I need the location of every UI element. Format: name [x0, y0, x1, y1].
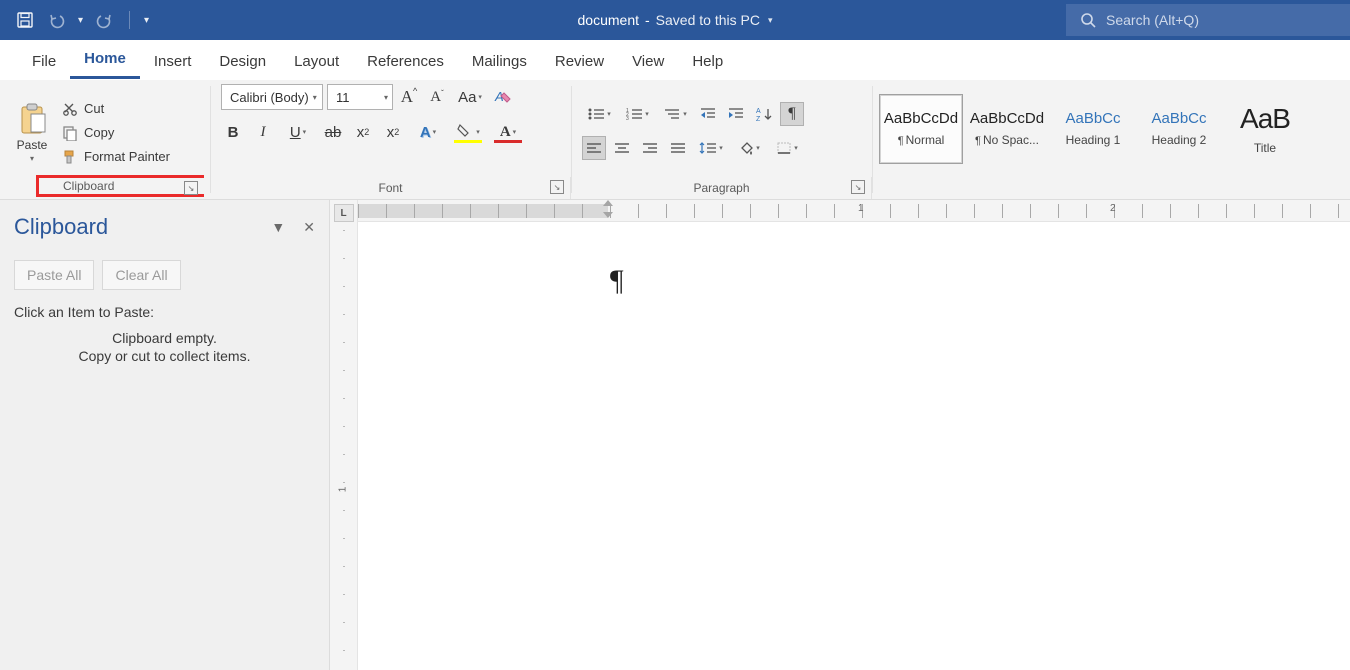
bold-button[interactable]: B: [221, 120, 245, 144]
clear-all-button[interactable]: Clear All: [102, 260, 180, 290]
svg-text:3: 3: [626, 116, 629, 121]
horizontal-ruler[interactable]: 1 2: [358, 200, 1350, 222]
decrease-indent-button[interactable]: [696, 102, 720, 126]
ribbon: Paste ▾ Cut Copy Format Painter Clipbo: [0, 80, 1350, 200]
tab-review[interactable]: Review: [541, 45, 618, 79]
clear-formatting-button[interactable]: A: [491, 85, 515, 109]
shrink-font-button[interactable]: Aˇ: [425, 85, 449, 109]
tab-view[interactable]: View: [618, 45, 678, 79]
numbering-button[interactable]: 123▾: [620, 102, 654, 126]
underline-button[interactable]: U▾: [281, 120, 315, 144]
paragraph-mark: ¶: [610, 264, 624, 298]
quick-access-toolbar: ▾ ▾: [0, 9, 149, 31]
clipboard-empty-1: Clipboard empty.: [14, 330, 315, 346]
copy-button[interactable]: Copy: [62, 125, 170, 141]
undo-icon[interactable]: [46, 9, 68, 31]
superscript-button[interactable]: x2: [381, 120, 405, 144]
clipboard-launcher-icon[interactable]: ↘: [184, 181, 198, 195]
strikethrough-button[interactable]: ab: [321, 120, 345, 144]
font-name-combo[interactable]: Calibri (Body)▾: [221, 84, 323, 110]
search-icon: [1080, 12, 1096, 28]
bullets-button[interactable]: ▾: [582, 102, 616, 126]
italic-button[interactable]: I: [251, 120, 275, 144]
clipboard-group-label[interactable]: Clipboard ↘: [36, 175, 204, 197]
tab-references[interactable]: References: [353, 45, 458, 79]
multilevel-list-button[interactable]: ▾: [658, 102, 692, 126]
paste-dropdown-icon[interactable]: ▾: [30, 154, 34, 163]
paste-button[interactable]: Paste ▾: [10, 96, 54, 163]
scissors-icon: [62, 101, 78, 117]
svg-text:Z: Z: [756, 116, 761, 122]
document-page[interactable]: ¶: [358, 222, 1350, 670]
format-painter-icon: [62, 149, 78, 165]
font-launcher-icon[interactable]: ↘: [550, 180, 564, 194]
save-icon[interactable]: [14, 9, 36, 31]
workspace: Clipboard ▼ ✕ Paste All Clear All Click …: [0, 200, 1350, 670]
shading-button[interactable]: ▾: [732, 136, 766, 160]
align-right-button[interactable]: [638, 136, 662, 160]
clipboard-prompt: Click an Item to Paste:: [14, 304, 315, 320]
tab-mailings[interactable]: Mailings: [458, 45, 541, 79]
style-title[interactable]: AaB Title: [1223, 94, 1307, 164]
paste-label: Paste: [17, 138, 48, 152]
style-heading2[interactable]: AaBbCc Heading 2: [1137, 94, 1221, 164]
style-heading1[interactable]: AaBbCc Heading 1: [1051, 94, 1135, 164]
format-painter-button[interactable]: Format Painter: [62, 149, 170, 165]
font-group-label: Font ↘: [211, 177, 571, 199]
title-dropdown-icon[interactable]: ▾: [768, 15, 773, 26]
tab-design[interactable]: Design: [205, 45, 280, 79]
paste-all-button[interactable]: Paste All: [14, 260, 94, 290]
tab-help[interactable]: Help: [678, 45, 737, 79]
ribbon-tabs: File Home Insert Design Layout Reference…: [0, 40, 1350, 80]
undo-dropdown-icon[interactable]: ▾: [78, 15, 83, 26]
subscript-button[interactable]: x2: [351, 120, 375, 144]
tab-file[interactable]: File: [18, 45, 70, 79]
title-bar: ▾ ▾ document - Saved to this PC ▾ Search…: [0, 0, 1350, 40]
vertical-ruler[interactable]: L 1: [330, 200, 358, 670]
clipboard-pane-title: Clipboard: [14, 214, 108, 240]
increase-indent-button[interactable]: [724, 102, 748, 126]
paste-icon: [18, 102, 46, 136]
font-size-combo[interactable]: 11▾: [327, 84, 393, 110]
paragraph-launcher-icon[interactable]: ↘: [851, 180, 865, 194]
font-color-button[interactable]: A ▾: [491, 120, 525, 144]
save-status: Saved to this PC: [656, 12, 760, 28]
styles-group-label: [873, 177, 1350, 199]
qat-customize-icon[interactable]: ▾: [144, 15, 149, 26]
sort-button[interactable]: AZ: [752, 102, 776, 126]
clipboard-pane: Clipboard ▼ ✕ Paste All Clear All Click …: [0, 200, 330, 670]
tab-home[interactable]: Home: [70, 42, 140, 79]
align-center-button[interactable]: [610, 136, 634, 160]
paragraph-group-label: Paragraph ↘: [572, 177, 872, 199]
change-case-button[interactable]: Aa▾: [453, 85, 487, 109]
search-box[interactable]: Search (Alt+Q): [1066, 4, 1350, 36]
borders-button[interactable]: ▾: [770, 136, 804, 160]
highlight-icon: [456, 123, 474, 141]
redo-icon[interactable]: [93, 9, 115, 31]
pane-close-icon[interactable]: ✕: [303, 219, 315, 236]
clipboard-empty-2: Copy or cut to collect items.: [14, 348, 315, 364]
text-effects-button[interactable]: A▾: [411, 120, 445, 144]
search-placeholder: Search (Alt+Q): [1106, 12, 1199, 28]
highlight-button[interactable]: ▾: [451, 120, 485, 144]
tab-selector[interactable]: L: [334, 204, 354, 222]
pane-options-icon[interactable]: ▼: [271, 219, 285, 236]
tab-layout[interactable]: Layout: [280, 45, 353, 79]
style-no-spacing[interactable]: AaBbCcDd ¶No Spac...: [965, 94, 1049, 164]
paint-bucket-icon: [738, 140, 754, 156]
tab-insert[interactable]: Insert: [140, 45, 206, 79]
document-area: L 1 1 2 ¶: [330, 200, 1350, 670]
align-left-button[interactable]: [582, 136, 606, 160]
document-title[interactable]: document - Saved to this PC ▾: [578, 12, 773, 28]
grow-font-button[interactable]: A^: [397, 85, 421, 109]
line-spacing-button[interactable]: ▾: [694, 136, 728, 160]
copy-icon: [62, 125, 78, 141]
show-hide-button[interactable]: ¶: [780, 102, 804, 126]
style-normal[interactable]: AaBbCcDd ¶Normal: [879, 94, 963, 164]
cut-button[interactable]: Cut: [62, 101, 170, 117]
justify-button[interactable]: [666, 136, 690, 160]
doc-name: document: [578, 12, 639, 28]
svg-text:A: A: [756, 108, 761, 115]
